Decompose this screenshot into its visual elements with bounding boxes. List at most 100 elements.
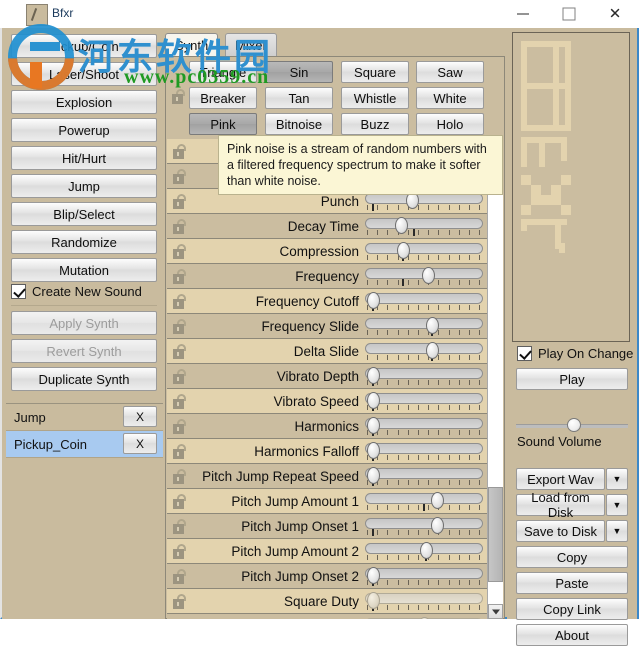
waveform-whistle[interactable]: Whistle (341, 87, 409, 109)
parameter-scrollbar[interactable] (487, 139, 503, 619)
parameter-slider[interactable] (365, 317, 483, 336)
slider-knob[interactable] (367, 292, 380, 309)
generator-jump[interactable]: Jump (11, 174, 157, 198)
waveform-holo[interactable]: Holo (416, 113, 484, 135)
generator-powerup[interactable]: Powerup (11, 118, 157, 142)
lock-icon[interactable] (173, 394, 187, 409)
waveform-saw[interactable]: Saw (416, 61, 484, 83)
slider-knob[interactable] (367, 442, 380, 459)
minimize-button[interactable] (500, 0, 546, 28)
slider-knob[interactable] (426, 317, 439, 334)
lock-icon[interactable] (173, 244, 187, 259)
parameter-slider[interactable] (365, 267, 483, 286)
slider-knob[interactable] (367, 392, 380, 409)
scrollbar-thumb[interactable] (488, 487, 503, 582)
slider-knob[interactable] (367, 592, 380, 609)
parameter-slider[interactable] (365, 242, 483, 261)
copy-button[interactable]: Copy (516, 546, 628, 568)
lock-icon[interactable] (173, 219, 187, 234)
parameter-slider[interactable] (365, 517, 483, 536)
about-button[interactable]: About (516, 624, 628, 646)
parameter-slider[interactable] (365, 617, 483, 619)
lock-icon[interactable] (173, 444, 187, 459)
tab-synth[interactable]: Synth (165, 33, 219, 57)
generator-blip-select[interactable]: Blip/Select (11, 202, 157, 226)
close-button[interactable]: ✕ (592, 0, 638, 28)
generator-mutation[interactable]: Mutation (11, 258, 157, 282)
lock-icon[interactable] (173, 319, 187, 334)
slider-knob[interactable] (367, 467, 380, 484)
remove-sound-button[interactable]: X (123, 433, 157, 454)
copy-link-button[interactable]: Copy Link (516, 598, 628, 620)
waveform-triangle[interactable]: Triangle (189, 61, 257, 83)
slider-knob[interactable] (397, 242, 410, 259)
parameter-slider[interactable] (365, 467, 483, 486)
slider-knob[interactable] (367, 417, 380, 434)
lock-icon[interactable] (173, 144, 187, 159)
load-from-disk-button[interactable]: Load from Disk (516, 490, 605, 520)
parameter-slider[interactable] (365, 367, 483, 386)
parameter-slider[interactable] (365, 417, 483, 436)
slider-knob[interactable] (420, 542, 433, 559)
parameter-slider[interactable] (365, 292, 483, 311)
paste-button[interactable]: Paste (516, 572, 628, 594)
lock-icon[interactable] (173, 194, 187, 209)
slider-knob[interactable] (395, 217, 408, 234)
generator-hit-hurt[interactable]: Hit/Hurt (11, 146, 157, 170)
parameter-slider[interactable] (365, 342, 483, 361)
maximize-button[interactable] (546, 0, 592, 28)
lock-icon[interactable] (173, 419, 187, 434)
slider-knob[interactable] (426, 342, 439, 359)
slider-knob[interactable] (431, 517, 444, 534)
remove-sound-button[interactable]: X (123, 406, 157, 427)
slider-knob[interactable] (367, 367, 380, 384)
scroll-down-button[interactable] (488, 604, 503, 619)
parameter-slider[interactable] (365, 442, 483, 461)
generator-pickup-coin[interactable]: Pickup/Coin (11, 34, 157, 58)
lock-icon[interactable] (173, 594, 187, 609)
tab-mixer[interactable]: Mixer (225, 33, 277, 56)
parameter-slider[interactable] (365, 567, 483, 586)
lock-icon[interactable] (173, 169, 187, 184)
lock-icon[interactable] (173, 344, 187, 359)
waveform-breaker[interactable]: Breaker (189, 87, 257, 109)
sound-volume-slider[interactable] (516, 418, 628, 432)
waveform-bitnoise[interactable]: Bitnoise (265, 113, 333, 135)
generator-laser-shoot[interactable]: Laser/Shoot (11, 62, 157, 86)
save-to-disk-button[interactable]: Save to Disk (516, 520, 605, 542)
parameter-slider[interactable] (365, 392, 483, 411)
slider-knob[interactable] (422, 267, 435, 284)
play-on-change-checkbox[interactable]: Play On Change (517, 346, 633, 361)
volume-knob[interactable] (567, 418, 581, 432)
generator-explosion[interactable]: Explosion (11, 90, 157, 114)
play-button[interactable]: Play (516, 368, 628, 390)
lock-icon[interactable] (173, 294, 187, 309)
waveform-buzz[interactable]: Buzz (341, 113, 409, 135)
waveform-tan[interactable]: Tan (265, 87, 333, 109)
apply-synth-button[interactable]: Apply Synth (11, 311, 157, 335)
generator-randomize[interactable]: Randomize (11, 230, 157, 254)
lock-icon[interactable] (173, 544, 187, 559)
lock-icon[interactable] (173, 494, 187, 509)
revert-synth-button[interactable]: Revert Synth (11, 339, 157, 363)
slider-knob[interactable] (431, 492, 444, 509)
lock-icon[interactable] (173, 569, 187, 584)
list-item[interactable]: Jump X (6, 404, 163, 431)
waveform-white[interactable]: White (416, 87, 484, 109)
parameter-slider[interactable] (365, 542, 483, 561)
list-item[interactable]: Pickup_Coin X (6, 431, 163, 458)
lock-icon[interactable] (173, 269, 187, 284)
lock-icon[interactable] (173, 519, 187, 534)
save-to-disk-dropdown-icon[interactable]: ▼ (606, 520, 628, 542)
load-from-disk-dropdown-icon[interactable]: ▼ (606, 494, 628, 516)
duplicate-synth-button[interactable]: Duplicate Synth (11, 367, 157, 391)
waveform-pink[interactable]: Pink (189, 113, 257, 135)
parameter-slider[interactable] (365, 492, 483, 511)
lock-icon[interactable] (173, 469, 187, 484)
lock-icon[interactable] (173, 369, 187, 384)
waveform-sin[interactable]: Sin (265, 61, 333, 83)
export-wav-dropdown-icon[interactable]: ▼ (606, 468, 628, 490)
parameter-slider[interactable] (365, 217, 483, 236)
lock-icon[interactable] (172, 89, 186, 104)
create-new-sound-checkbox[interactable]: Create New Sound (11, 284, 142, 299)
